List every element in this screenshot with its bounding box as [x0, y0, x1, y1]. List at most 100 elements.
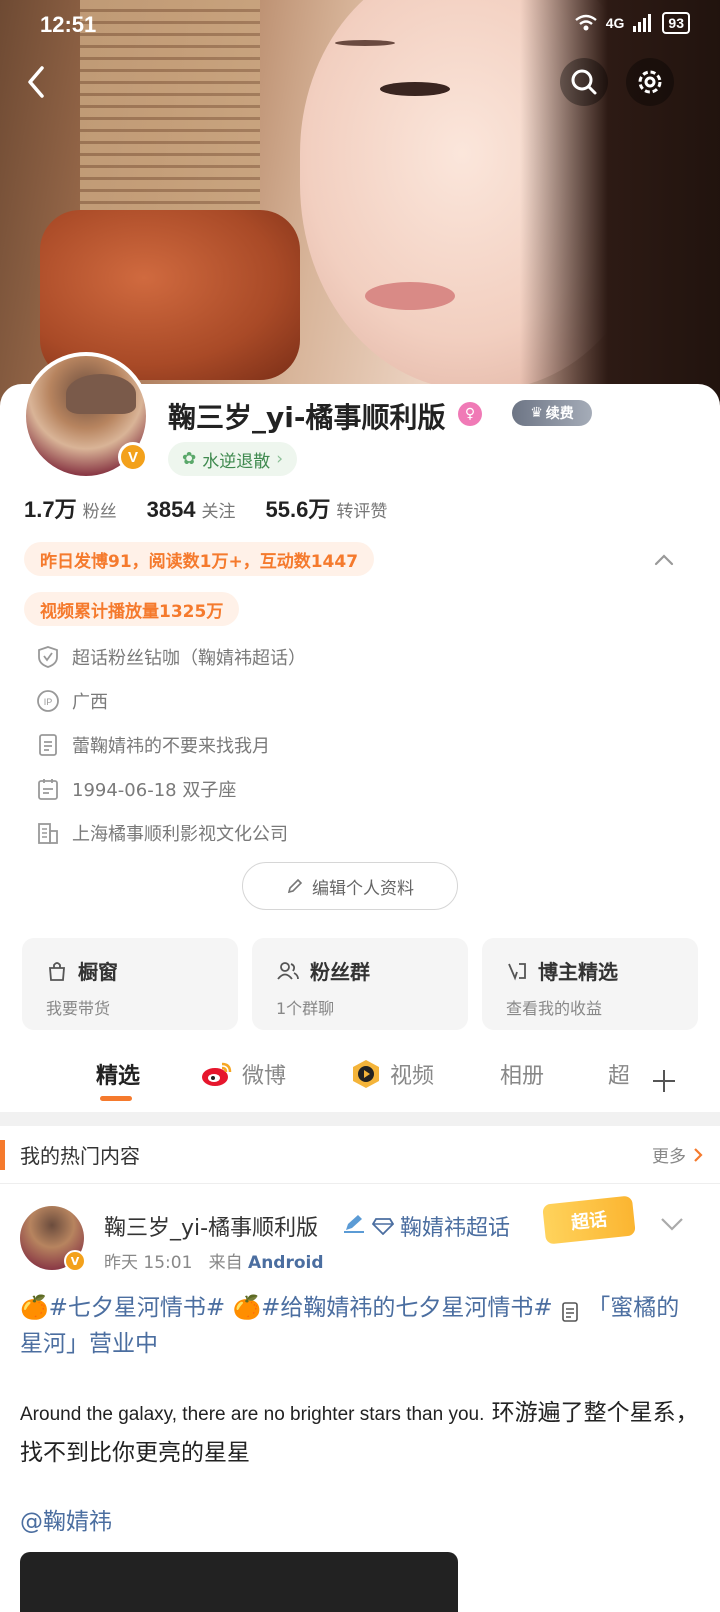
shop-icon: [49, 961, 65, 981]
svg-text:IP: IP: [44, 697, 53, 707]
super-topic-badge[interactable]: 超话: [542, 1195, 636, 1245]
verified-badge: V: [118, 442, 148, 472]
cover-hair: [520, 0, 720, 420]
pencil-icon: [287, 878, 303, 894]
post-hashtags[interactable]: 🍊#七夕星河情书# 🍊#给鞠婧祎的七夕星河情书# 「蜜橘的星河」营业中: [20, 1290, 700, 1362]
plus-icon: [653, 1070, 675, 1092]
renew-label: 续费: [545, 406, 574, 422]
hot-content-more-link[interactable]: 更多: [652, 1142, 704, 1167]
tab-label: 精选: [96, 1064, 141, 1089]
post-body: Around the galaxy, there are no brighter…: [20, 1394, 700, 1472]
edit-profile-button[interactable]: 编辑个人资料: [242, 862, 458, 910]
avatar-cap: [66, 374, 136, 414]
status-time: 12:51: [40, 12, 97, 37]
video-plays-pill[interactable]: 视频累计播放量1325万: [24, 592, 240, 626]
ip-icon: IP: [36, 689, 60, 713]
post-body-english-a: Around the galaxy: [20, 1404, 172, 1425]
profile-tag-text: 水逆退散: [202, 451, 271, 472]
tile-showcase[interactable]: 橱窗 我要带货: [22, 938, 238, 1030]
tab-super-topic[interactable]: 超: [608, 1058, 630, 1090]
post-card[interactable]: V 鞠三岁_yi-橘事顺利版 鞠婧祎超话 超话 昨天 15:01 来自 Andr…: [0, 1186, 720, 1612]
status-bar: 12:51 4G 93: [0, 0, 720, 48]
building-icon: [36, 821, 60, 845]
feature-tiles: 橱窗 我要带货 粉丝群 1个群聊 博主精选 查看我的收益: [22, 938, 698, 1030]
edit-badge-icon: [344, 1215, 364, 1233]
info-text: 蕾鞠婧祎的不要来找我月: [72, 736, 270, 757]
back-button[interactable]: [12, 58, 60, 106]
post-super-topic-link[interactable]: 鞠婧祎超话: [372, 1210, 510, 1242]
chevron-right-icon: ›: [276, 449, 284, 469]
info-text: 超话粉丝钻咖（鞠婧祎超话）: [72, 648, 306, 669]
tab-label: 视频: [390, 1064, 435, 1089]
signal-icon: [633, 14, 652, 32]
add-tab-button[interactable]: [628, 1048, 700, 1114]
tile-subtitle: 1个群聊: [276, 999, 335, 1018]
post-author-name[interactable]: 鞠三岁_yi-橘事顺利版: [104, 1210, 318, 1242]
tile-blogger-selection[interactable]: 博主精选 查看我的收益: [482, 938, 698, 1030]
post-time: 昨天 15:01: [104, 1253, 193, 1273]
tab-label: 超: [608, 1064, 631, 1089]
stat-following[interactable]: 3854 关注: [147, 497, 236, 523]
stat-value: 3854: [146, 497, 196, 522]
shield-icon: [36, 645, 60, 669]
info-row-fanclub[interactable]: 超话粉丝钻咖（鞠婧祎超话）: [36, 642, 306, 672]
verified-badge: V: [64, 1250, 86, 1272]
tile-title: 博主精选: [538, 960, 618, 984]
post-meta: 昨天 15:01 来自 Android: [104, 1248, 324, 1273]
cover-lips: [365, 282, 455, 310]
lotus-icon: ✿: [182, 449, 197, 469]
tile-title: 粉丝群: [310, 960, 370, 984]
post-media-thumbnail[interactable]: [20, 1552, 458, 1612]
activity-highlight-pill[interactable]: 昨日发博91，阅读数1万+，互动数1447: [24, 542, 375, 576]
tab-video[interactable]: 视频: [350, 1058, 434, 1090]
profile-tag-pill[interactable]: ✿ 水逆退散 ›: [168, 442, 298, 476]
stat-label: 关注: [201, 502, 236, 522]
section-divider: [0, 1112, 720, 1126]
tab-label: 微博: [242, 1064, 287, 1089]
pink-mark-icon[interactable]: ♀: [458, 402, 482, 426]
post-mention-link[interactable]: @鞠婧祎: [20, 1502, 112, 1536]
wifi-icon: [574, 14, 597, 31]
active-tab-indicator: [100, 1096, 132, 1101]
calendar-icon: [36, 777, 60, 801]
info-row-company: 上海橘事顺利影视文化公司: [36, 818, 288, 848]
hashtag-line[interactable]: 🍊#七夕星河情书# 🍊#给鞠婧祎的七夕星河情书#: [20, 1295, 560, 1321]
tile-subtitle: 我要带货: [46, 999, 111, 1018]
info-text: 1994-06-18 双子座: [72, 780, 237, 801]
profile-tabs: 精选 微博 视频 相册 超: [0, 1048, 720, 1114]
battery-indicator: 93: [662, 12, 690, 34]
chevron-up-icon[interactable]: [650, 546, 678, 574]
status-icons: 4G 93: [574, 12, 690, 34]
post-body-english-b: , there are no brighter stars than you: [171, 1404, 480, 1425]
tile-fan-group[interactable]: 粉丝群 1个群聊: [252, 938, 468, 1030]
stat-value: 55.6万: [265, 497, 331, 522]
info-row-ip: IP 广西: [36, 686, 108, 716]
edit-profile-label: 编辑个人资料: [312, 878, 414, 899]
cover-eye-left: [380, 82, 450, 96]
tile-subtitle: 查看我的收益: [506, 999, 603, 1018]
tab-label: 相册: [500, 1064, 545, 1089]
search-button[interactable]: [560, 58, 608, 106]
group-icon: [277, 961, 299, 980]
stat-fans[interactable]: 1.7万 粉丝: [24, 492, 117, 524]
tab-album[interactable]: 相册: [500, 1058, 544, 1090]
tab-weibo[interactable]: 微博: [200, 1058, 286, 1090]
stat-label: 转评赞: [336, 502, 388, 522]
network-label: 4G: [605, 15, 625, 31]
crown-icon: ♛: [530, 405, 543, 421]
document-icon: [36, 733, 60, 757]
post-from-label: 来自: [208, 1253, 243, 1273]
stat-interactions[interactable]: 55.6万 转评赞: [266, 492, 388, 524]
chevron-right-icon: [694, 1147, 703, 1162]
chevron-down-icon[interactable]: [658, 1214, 686, 1234]
stat-value: 1.7万: [24, 497, 77, 522]
gear-icon: [638, 70, 662, 94]
tab-featured[interactable]: 精选: [96, 1058, 140, 1090]
video-icon: [353, 1060, 379, 1088]
post-source: Android: [248, 1253, 324, 1273]
renew-badge[interactable]: ♛ 续费: [512, 400, 592, 426]
search-icon: [571, 69, 597, 95]
settings-button[interactable]: [626, 58, 674, 106]
hot-content-header: 我的热门内容 更多: [0, 1126, 720, 1184]
info-text: 上海橘事顺利影视文化公司: [72, 824, 288, 845]
